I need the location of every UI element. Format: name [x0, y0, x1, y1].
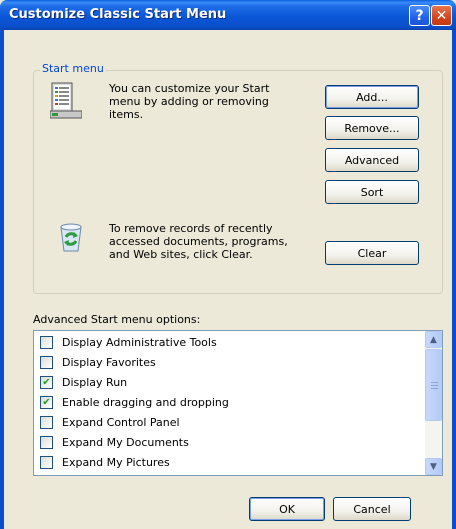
clear-text-line-3: and Web sites, click Clear. — [109, 248, 253, 261]
customize-text-line-2: menu by adding or removing — [109, 95, 269, 108]
list-item[interactable]: Expand My Documents — [40, 432, 189, 452]
checkmark-icon: ✔ — [42, 396, 51, 408]
remove-button[interactable]: Remove... — [325, 116, 419, 140]
option-label: Expand Control Panel — [62, 415, 180, 429]
list-item[interactable]: Display Favorites — [40, 352, 156, 372]
clear-text-line-2: accessed documents, programs, — [109, 235, 288, 248]
clear-text-line-1: To remove records of recently — [109, 222, 273, 235]
ok-button[interactable]: OK — [249, 497, 325, 521]
checkmark-icon: ✔ — [42, 376, 51, 388]
close-button[interactable]: ✕ — [431, 5, 452, 26]
clear-button[interactable]: Clear — [325, 241, 419, 265]
dialog-window: Customize Classic Start Menu ? ✕ Start m… — [0, 0, 456, 529]
chevron-down-icon: ▼ — [430, 461, 437, 472]
customize-text-line-1: You can customize your Start — [109, 82, 270, 95]
window-title: Customize Classic Start Menu — [9, 7, 227, 22]
title-bar[interactable]: Customize Classic Start Menu ? ✕ — [0, 0, 456, 30]
chevron-up-icon: ▲ — [430, 334, 437, 345]
scroll-down-button[interactable]: ▼ — [425, 458, 442, 475]
window-border-left — [0, 30, 4, 529]
list-item[interactable]: Display Administrative Tools — [40, 332, 217, 352]
advanced-options-list[interactable]: Display Administrative Tools Display Fav… — [33, 330, 443, 476]
list-item[interactable]: Expand My Pictures — [40, 452, 170, 472]
help-button[interactable]: ? — [409, 5, 430, 26]
cancel-button[interactable]: Cancel — [333, 497, 411, 521]
close-icon: ✕ — [435, 7, 448, 24]
option-label: Expand My Documents — [62, 435, 189, 449]
option-label: Display Run — [62, 375, 128, 389]
advanced-options-label: Advanced Start menu options: — [33, 313, 201, 326]
scroll-up-button[interactable]: ▲ — [425, 331, 442, 348]
option-label: Enable dragging and dropping — [62, 395, 229, 409]
add-button[interactable]: Add... — [325, 85, 419, 109]
start-menu-legend: Start menu — [40, 62, 106, 75]
help-icon: ? — [415, 7, 424, 24]
advanced-button[interactable]: Advanced — [325, 148, 419, 172]
checkbox[interactable] — [40, 415, 53, 429]
recycle-bin-icon — [60, 223, 82, 252]
grip-line — [431, 385, 438, 386]
window-border-right — [452, 30, 456, 529]
checkbox[interactable] — [40, 355, 53, 369]
list-item[interactable]: ✔ Display Run — [40, 372, 127, 392]
option-label: Display Administrative Tools — [62, 335, 217, 349]
list-item[interactable]: ✔ Enable dragging and dropping — [40, 392, 229, 412]
checkbox[interactable]: ✔ — [40, 375, 53, 389]
grip-line — [431, 388, 438, 389]
sort-button[interactable]: Sort — [325, 180, 419, 204]
option-label: Display Favorites — [62, 355, 156, 369]
vertical-scrollbar[interactable]: ▲ ▼ — [425, 331, 442, 475]
grip-line — [431, 382, 438, 383]
checkbox[interactable] — [40, 435, 53, 449]
start-menu-icon — [50, 82, 82, 119]
customize-text-line-3: items. — [109, 108, 144, 121]
option-label: Expand My Pictures — [62, 455, 170, 469]
checkbox[interactable] — [40, 455, 53, 469]
checkbox[interactable] — [40, 335, 53, 349]
scroll-thumb[interactable] — [425, 349, 442, 421]
checkbox[interactable]: ✔ — [40, 395, 53, 409]
list-item[interactable]: Expand Control Panel — [40, 412, 180, 432]
